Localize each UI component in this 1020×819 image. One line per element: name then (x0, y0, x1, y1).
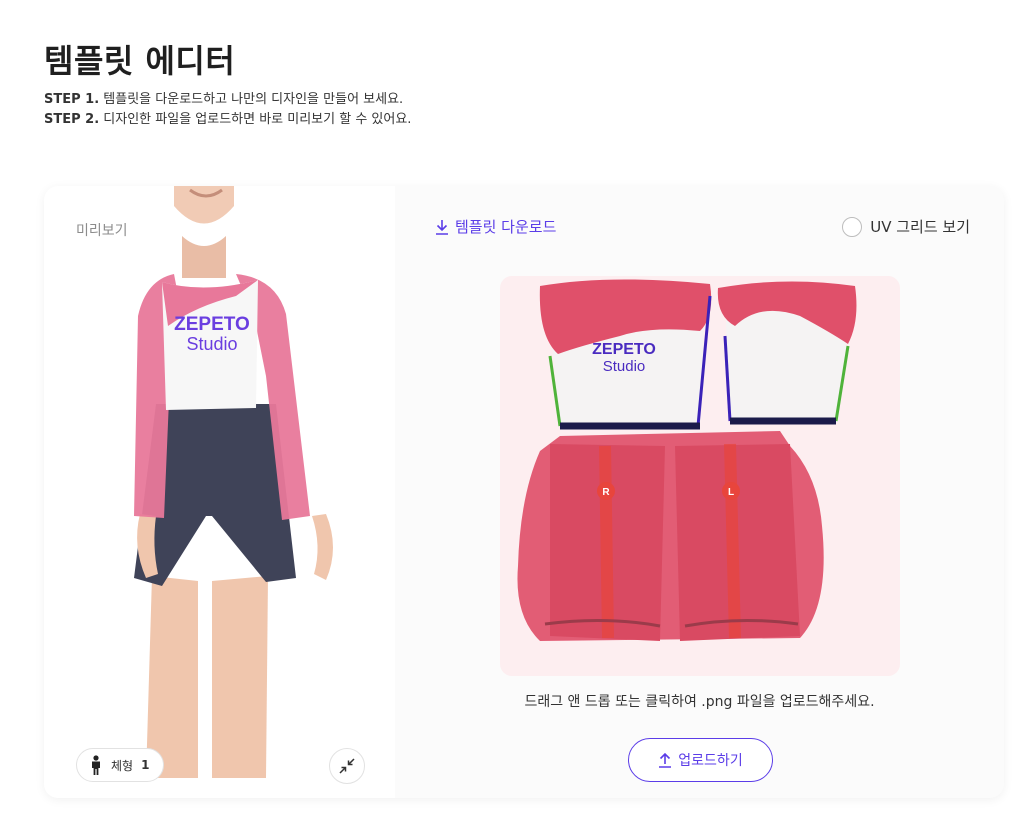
template-preview[interactable]: R L ZEPETO Studio (500, 276, 900, 676)
uv-template-image: R L ZEPETO Studio (517, 279, 857, 641)
body-type-value: 1 (141, 758, 150, 772)
collapse-arrows-icon (339, 758, 355, 774)
upload-button-label: 업로드하기 (678, 753, 743, 769)
avatar-preview[interactable]: ZEPETO Studio (86, 186, 356, 778)
editor-card: ZEPETO Studio 미리보기 체형 1 템플릿 다운로드 UV 그리드 … (44, 186, 1004, 798)
step-instructions: STEP 1. 템플릿을 다운로드하고 나만의 디자인을 만들어 보세요. ST… (44, 90, 411, 130)
template-download-link[interactable]: 템플릿 다운로드 (435, 216, 556, 237)
marker-right: R (602, 487, 610, 498)
shirt-logo-line1: ZEPETO (174, 314, 250, 335)
download-icon (436, 219, 448, 235)
uv-grid-label: UV 그리드 보기 (870, 218, 970, 236)
step-2-text: 디자인한 파일을 업로드하면 바로 미리보기 할 수 있어요. (103, 112, 412, 127)
body-type-label: 체형 (111, 758, 134, 773)
person-icon (92, 755, 100, 775)
shirt-logo-line2: Studio (186, 334, 237, 354)
template-logo-line2: Studio (603, 358, 646, 375)
editor-pane: 템플릿 다운로드 UV 그리드 보기 R L ZEPETO Studio 드래그… (395, 186, 1004, 798)
download-label: 템플릿 다운로드 (455, 218, 557, 236)
collapse-button[interactable] (329, 748, 365, 784)
marker-left: L (728, 487, 734, 498)
step-1-text: 템플릿을 다운로드하고 나만의 디자인을 만들어 보세요. (103, 92, 404, 107)
upload-hint: 드래그 앤 드롭 또는 클릭하여 .png 파일을 업로드해주세요. (524, 694, 875, 710)
upload-icon (659, 752, 672, 768)
preview-label: 미리보기 (76, 223, 128, 239)
step-2: STEP 2. 디자인한 파일을 업로드하면 바로 미리보기 할 수 있어요. (44, 110, 411, 130)
body-type-button[interactable]: 체형 1 (76, 748, 165, 782)
page-title: 템플릿 에디터 (44, 42, 236, 80)
uv-grid-toggle[interactable]: UV 그리드 보기 (842, 216, 970, 237)
upload-button[interactable]: 업로드하기 (628, 738, 773, 782)
step-2-prefix: STEP 2. (44, 112, 100, 127)
template-logo-line1: ZEPETO (592, 341, 656, 358)
uv-grid-radio[interactable] (842, 216, 863, 237)
step-1: STEP 1. 템플릿을 다운로드하고 나만의 디자인을 만들어 보세요. (44, 90, 411, 110)
preview-pane[interactable]: ZEPETO Studio 미리보기 체형 1 (44, 186, 395, 798)
step-1-prefix: STEP 1. (44, 92, 100, 107)
